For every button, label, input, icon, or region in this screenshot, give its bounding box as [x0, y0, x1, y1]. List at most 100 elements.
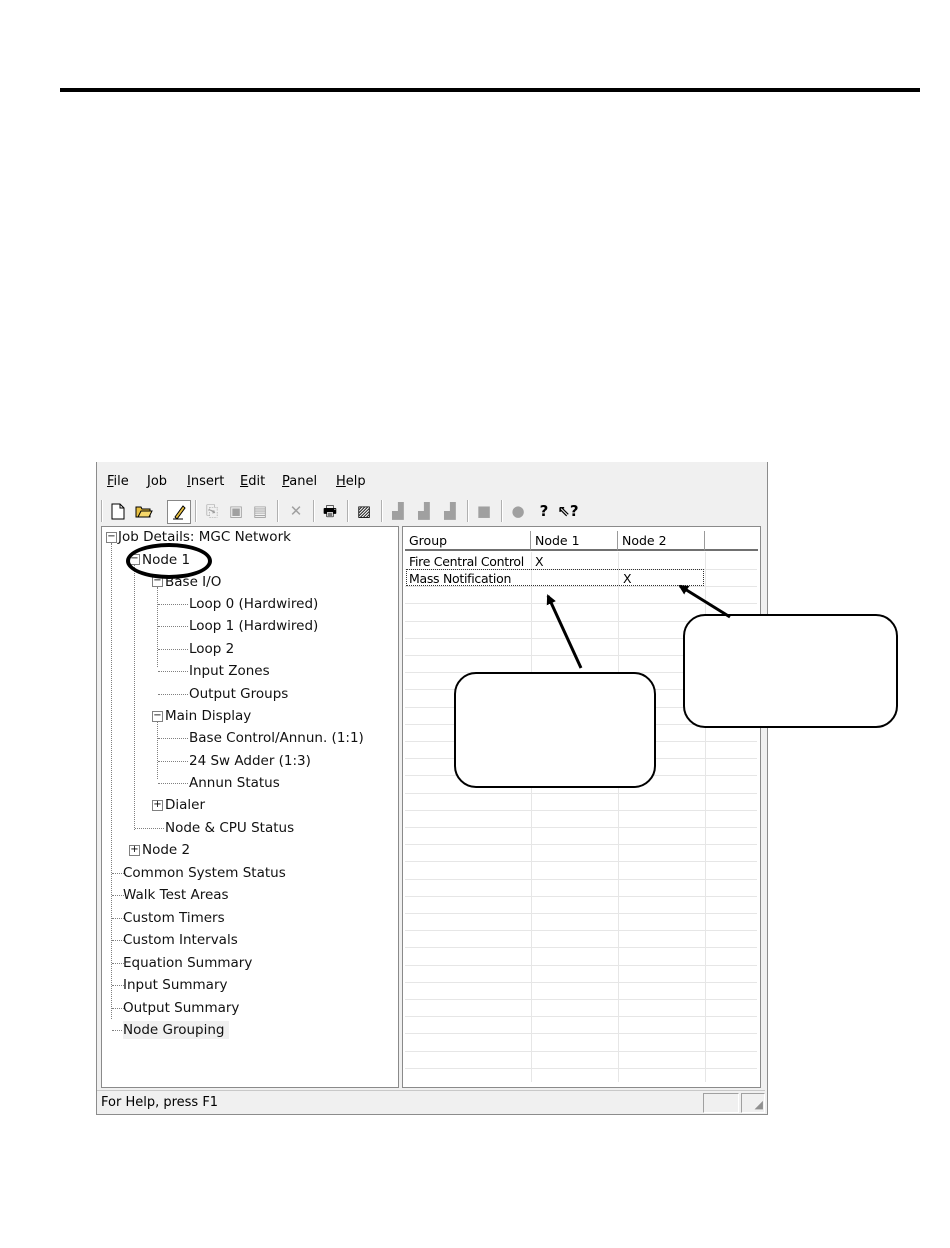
status-text: For Help, press F1 [101, 1095, 219, 1110]
tree-item-loop-1[interactable]: Loop 1 (Hardwired) [189, 617, 318, 635]
grid-line [405, 827, 757, 828]
column-header-node-2[interactable]: Node 2 [618, 531, 705, 551]
tree-item-base-control[interactable]: Base Control/Annun. (1:1) [189, 729, 364, 747]
grid-line [405, 809, 757, 811]
grid-line [405, 1067, 757, 1069]
toolbar-separator [381, 500, 383, 522]
connect-icon[interactable]: ● [507, 500, 529, 522]
tree-item-input-zones[interactable]: Input Zones [189, 662, 270, 680]
column-header-node-1[interactable]: Node 1 [531, 531, 618, 551]
callout-box-right [683, 614, 898, 728]
tree-item-sw-adder[interactable]: 24 Sw Adder (1:3) [189, 752, 311, 770]
pencil-icon [173, 505, 186, 520]
tree-connector [134, 565, 135, 830]
menu-edit[interactable]: Edit [240, 474, 265, 489]
print-icon[interactable]: 🖶 [319, 500, 341, 522]
grid-line [405, 1016, 757, 1018]
upload-icon[interactable]: ▟ [387, 500, 409, 522]
page-header-rule [60, 88, 920, 92]
grid-line [405, 603, 757, 605]
menu-file[interactable]: File [107, 474, 129, 489]
status-pane [703, 1093, 739, 1113]
tree-item-node-cpu-status[interactable]: Node & CPU Status [165, 819, 294, 837]
tree-item-loop-0[interactable]: Loop 0 (Hardwired) [189, 595, 318, 613]
stop-icon[interactable]: ■ [473, 500, 495, 522]
new-icon [111, 503, 125, 519]
tree-item-output-groups[interactable]: Output Groups [189, 685, 288, 703]
column-header-group[interactable]: Group [405, 531, 531, 551]
tree-item-main-display[interactable]: Main Display [165, 707, 251, 725]
tree-item-input-summary[interactable]: Input Summary [123, 976, 228, 994]
grid-line [405, 913, 757, 914]
help-icon[interactable]: ? [533, 500, 555, 522]
toolbar-separator [313, 500, 315, 522]
grid-line [405, 844, 757, 846]
cell-node-1[interactable]: X [535, 553, 544, 570]
tree-item-output-summary[interactable]: Output Summary [123, 999, 239, 1017]
tree-connector [158, 738, 188, 739]
tree-item-dialer[interactable]: Dialer [165, 796, 205, 814]
tree-item-node-grouping[interactable]: Node Grouping [123, 1021, 229, 1039]
tree-connector [135, 828, 164, 829]
grid-line [405, 895, 757, 897]
open-icon [135, 506, 153, 518]
resize-grip-icon[interactable]: ◢ [755, 1098, 763, 1111]
tree-item-equation-summary[interactable]: Equation Summary [123, 954, 252, 972]
grid-line [405, 861, 757, 863]
toolbar-separator [277, 500, 279, 522]
toolbar-separator [101, 500, 103, 522]
edit-icon[interactable] [167, 500, 191, 524]
tree-item-loop-2[interactable]: Loop 2 [189, 640, 234, 658]
tree-connector [158, 761, 188, 762]
grid-line [405, 792, 757, 794]
copy-icon[interactable]: ⎘ [201, 500, 223, 522]
menu-panel[interactable]: Panel [282, 474, 317, 489]
tree-connector [158, 694, 188, 695]
tree-item-annun-status[interactable]: Annun Status [189, 774, 280, 792]
collapse-toggle[interactable]: − [152, 711, 163, 722]
status-bar: For Help, press F1 ◢ [97, 1090, 765, 1113]
tree-item-job-details[interactable]: Job Details: MGC Network [118, 528, 291, 546]
context-help-icon[interactable]: ⇖? [557, 500, 579, 522]
compare-icon[interactable]: ▟ [439, 500, 461, 522]
callout-ellipse [126, 543, 212, 579]
callout-box-left [454, 672, 656, 788]
tree-item-node-2[interactable]: Node 2 [142, 841, 190, 859]
grid-line [618, 552, 619, 1082]
paste-special-icon[interactable]: ▤ [249, 500, 271, 522]
open-icon[interactable] [133, 500, 155, 522]
tree-connector [158, 649, 188, 650]
menu-insert[interactable]: Insert [187, 474, 224, 489]
report-icon[interactable]: ▨ [353, 500, 375, 522]
column-header-empty [705, 531, 758, 551]
menu-bar: File Job Insert Edit Panel Help [97, 472, 767, 496]
tree-item-custom-intervals[interactable]: Custom Intervals [123, 931, 238, 949]
menu-job[interactable]: Job [147, 474, 167, 489]
grid-line [405, 930, 757, 932]
grid-line [405, 1033, 757, 1035]
cell-node-2[interactable]: X [623, 570, 632, 587]
tree-connector [158, 671, 188, 672]
collapse-toggle[interactable]: − [106, 532, 117, 543]
delete-icon[interactable]: ✕ [285, 500, 307, 522]
tree-view[interactable]: − Job Details: MGC Network − Node 1 − Ba… [101, 526, 399, 1088]
grid-line [531, 552, 532, 1082]
cell-group[interactable]: Mass Notification [409, 570, 511, 587]
toolbar: ⎘ ▣ ▤ ✕ 🖶 ▨ ▟ ▟ ▟ ■ ● ? ⇖? [101, 498, 761, 524]
tree-connector [157, 587, 158, 667]
menu-help[interactable]: Help [336, 474, 366, 489]
tree-connector [157, 721, 158, 779]
node-grouping-grid[interactable]: Group Node 1 Node 2 Fire Central Control… [402, 526, 761, 1088]
toolbar-separator [501, 500, 503, 522]
tree-item-walk-test[interactable]: Walk Test Areas [123, 886, 229, 904]
new-icon[interactable] [107, 500, 129, 522]
toolbar-separator [195, 500, 197, 522]
download-icon[interactable]: ▟ [413, 500, 435, 522]
grid-line [405, 947, 757, 949]
paste-icon[interactable]: ▣ [225, 500, 247, 522]
expand-toggle[interactable]: + [129, 845, 140, 856]
cell-group[interactable]: Fire Central Control [409, 553, 524, 570]
tree-item-common-status[interactable]: Common System Status [123, 864, 286, 882]
expand-toggle[interactable]: + [152, 800, 163, 811]
tree-item-custom-timers[interactable]: Custom Timers [123, 909, 225, 927]
